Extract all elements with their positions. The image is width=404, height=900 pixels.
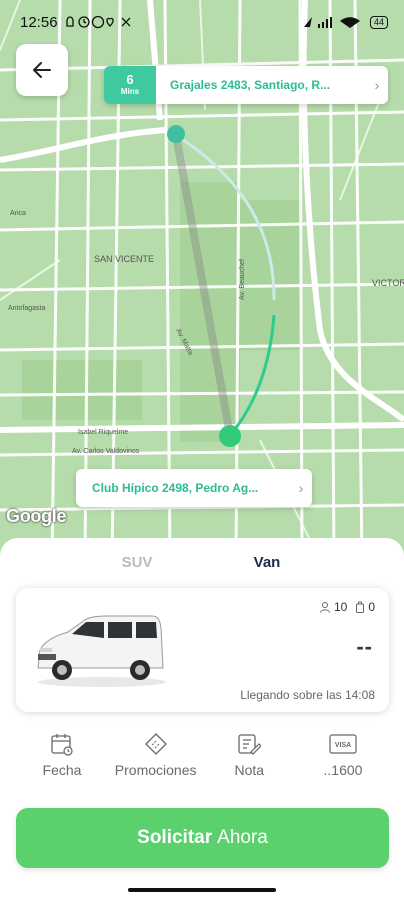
signal-wifi-icons — [303, 17, 360, 28]
status-bar: 12:56 44 — [0, 0, 404, 44]
google-logo: Google — [6, 506, 67, 526]
visa-card-icon: VISA — [329, 730, 357, 758]
passenger-count: 10 — [333, 600, 348, 614]
option-nota-label: Nota — [234, 762, 265, 778]
bottom-sheet: SUV Van 10 0 -- Llegando sobre las 14:08… — [0, 538, 404, 900]
vehicle-type-tabs: SUV Van — [0, 538, 404, 586]
map-label-victoria: VICTOR — [372, 278, 404, 288]
map-label-arica: Arica — [10, 210, 26, 217]
option-fecha[interactable]: Fecha — [16, 730, 108, 778]
luggage-icon — [356, 601, 365, 613]
eta-value: 6 — [126, 72, 134, 87]
eta-unit: Mins — [120, 87, 140, 96]
arrow-left-icon — [33, 62, 51, 78]
vehicle-card[interactable]: 10 0 -- Llegando sobre las 14:08 — [16, 588, 389, 712]
map-label-antofagasta: Antofagasta — [8, 305, 45, 312]
option-payment[interactable]: VISA ..1600 — [297, 730, 389, 778]
chevron-right-icon: › — [298, 480, 304, 496]
luggage-count: 0 — [368, 600, 375, 614]
van-image — [37, 615, 166, 687]
map-label-av-beauchef: Av. Beauchef — [239, 259, 246, 300]
svg-text:VISA: VISA — [335, 742, 351, 749]
chevron-right-icon: › — [374, 77, 380, 93]
request-button-bold: Solicitar — [137, 827, 213, 848]
eta-badge: 6 Mins — [104, 66, 156, 104]
person-icon — [319, 602, 330, 613]
home-indicator[interactable] — [128, 888, 276, 892]
option-nota[interactable]: Nota — [203, 730, 295, 778]
status-time: 12:56 — [20, 13, 58, 31]
tab-suv[interactable]: SUV — [72, 554, 202, 571]
arrival-time: Llegando sobre las 14:08 — [240, 688, 375, 702]
notification-icons-glyphs — [65, 15, 131, 29]
origin-address: Club Hípico 2498, Pedro Ag... — [92, 481, 259, 495]
request-now-button[interactable]: Solicitar Ahora — [16, 808, 389, 868]
destination-marker — [167, 125, 185, 143]
origin-card[interactable]: Club Hípico 2498, Pedro Ag... › — [76, 469, 312, 507]
map-label-carlos-valdovinos: Av. Carlos Valdovinos — [72, 448, 140, 455]
option-promociones-label: Promociones — [114, 762, 197, 778]
destination-card[interactable]: 6 Mins Grajales 2483, Santiago, R... › — [104, 66, 388, 104]
destination-address: Grajales 2483, Santiago, R... — [170, 78, 331, 92]
promo-ticket-icon — [144, 730, 168, 758]
option-fecha-label: Fecha — [42, 762, 82, 778]
map-label-isabel-riquelme: Isabel Riquelme — [78, 429, 128, 436]
calendar-icon — [50, 730, 74, 758]
map-label-san-vicente: SAN VICENTE — [94, 254, 154, 264]
notification-icons — [64, 15, 136, 29]
tab-van[interactable]: Van — [202, 554, 332, 571]
back-button[interactable] — [16, 44, 68, 96]
trip-options: Fecha Promociones Nota VISA ..1600 — [16, 730, 389, 778]
option-promociones[interactable]: Promociones — [110, 730, 202, 778]
option-payment-label: ..1600 — [323, 762, 363, 778]
price-value: -- — [356, 634, 373, 659]
capacity-info: 10 0 — [319, 600, 375, 614]
origin-marker — [219, 425, 241, 447]
request-button-regular: Ahora — [217, 827, 268, 848]
note-icon — [237, 730, 262, 758]
battery-indicator: 44 — [369, 15, 388, 29]
